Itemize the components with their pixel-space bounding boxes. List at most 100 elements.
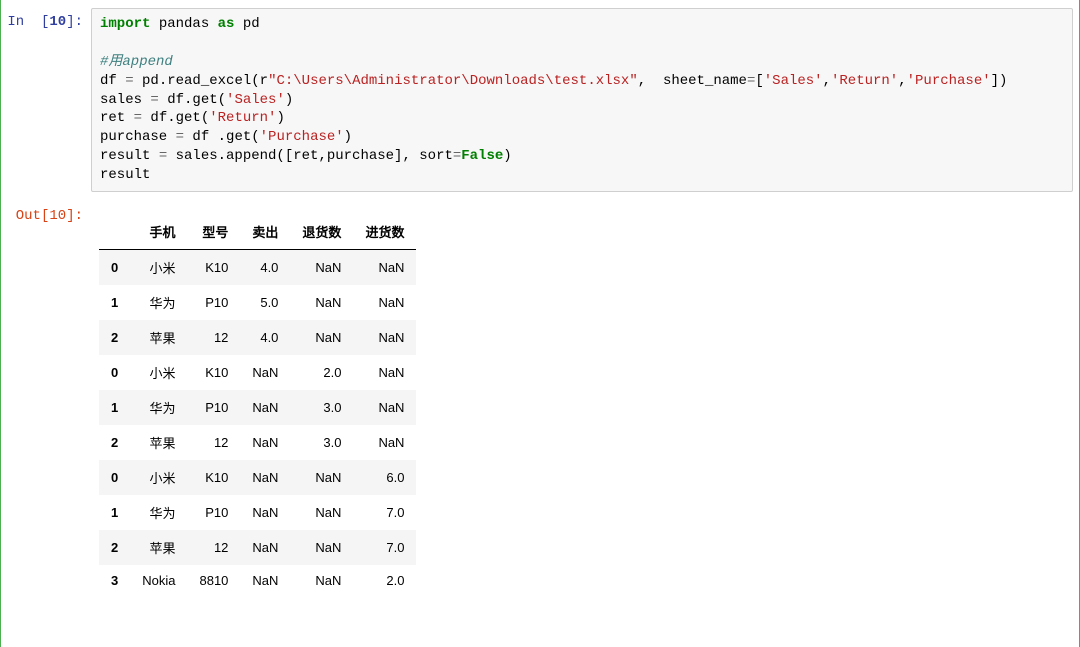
cell: P10 [187, 390, 240, 425]
input-cell: In [10]: import pandas as pd #用append df… [1, 8, 1079, 192]
str-purchase: 'Purchase' [260, 129, 344, 145]
cell: 12 [187, 530, 240, 565]
code-text: df [100, 73, 125, 89]
op-eq: = [176, 129, 184, 145]
cell: 7.0 [353, 495, 416, 530]
cell: NaN [290, 565, 353, 596]
table-row: 2苹果12NaNNaN7.0 [99, 530, 416, 565]
cell: K10 [187, 355, 240, 390]
cell: NaN [240, 530, 290, 565]
cell: 12 [187, 425, 240, 460]
table-row: 0小米K10NaN2.0NaN [99, 355, 416, 390]
out-bracket-close: ]: [66, 208, 83, 224]
code-text: pandas [150, 16, 217, 32]
code-text: pd.read_excel( [134, 73, 260, 89]
row-index: 0 [99, 250, 130, 286]
code-text: ) [276, 110, 284, 126]
code-text: , [898, 73, 906, 89]
str-purchase: 'Purchase' [907, 73, 991, 89]
kw-import: import [100, 16, 150, 32]
input-prompt: In [10]: [1, 8, 91, 192]
code-text: ) [344, 129, 352, 145]
code-editor[interactable]: import pandas as pd #用append df = pd.rea… [91, 8, 1073, 192]
cell: 7.0 [353, 530, 416, 565]
code-text: , sheet_name [638, 73, 747, 89]
code-text: result [100, 148, 159, 164]
cell: NaN [290, 285, 353, 320]
cell: 3.0 [290, 390, 353, 425]
code-text: ret [100, 110, 134, 126]
in-label: In [7, 14, 32, 30]
row-index: 0 [99, 460, 130, 495]
op-eq: = [159, 148, 167, 164]
in-bracket-close: ]: [66, 14, 83, 30]
code-text: purchase [100, 129, 176, 145]
out-label: Out [16, 208, 41, 224]
str-sales: 'Sales' [226, 92, 285, 108]
cell: 4.0 [240, 320, 290, 355]
cell: NaN [240, 565, 290, 596]
op-eq: = [125, 73, 133, 89]
str-path: "C:\Users\Administrator\Downloads\test.x… [268, 73, 638, 89]
cell: Nokia [130, 565, 187, 596]
code-text: result [100, 167, 150, 183]
cell: 4.0 [240, 250, 290, 286]
code-text: [ [755, 73, 763, 89]
dataframe-table: 手机 型号 卖出 退货数 进货数 0小米K104.0NaNNaN1华为P105.… [99, 214, 416, 596]
cell: 2.0 [290, 355, 353, 390]
row-index: 1 [99, 285, 130, 320]
code-text: df.get( [159, 92, 226, 108]
cell: NaN [353, 250, 416, 286]
cell: NaN [290, 460, 353, 495]
code-text: df .get( [184, 129, 260, 145]
cell: 8810 [187, 565, 240, 596]
cell: NaN [290, 320, 353, 355]
code-text: sales [100, 92, 150, 108]
row-index: 2 [99, 320, 130, 355]
code-text: sales.append([ret,purchase], sort [167, 148, 453, 164]
cell: NaN [290, 250, 353, 286]
cell: NaN [353, 390, 416, 425]
row-index: 1 [99, 495, 130, 530]
kw-as: as [218, 16, 235, 32]
code-text: df.get( [142, 110, 209, 126]
table-row: 1华为P105.0NaNNaN [99, 285, 416, 320]
cell: NaN [290, 495, 353, 530]
row-index: 2 [99, 530, 130, 565]
cell: NaN [240, 425, 290, 460]
cell: NaN [353, 285, 416, 320]
row-index: 2 [99, 425, 130, 460]
notebook-container: In [10]: import pandas as pd #用append df… [0, 0, 1080, 647]
bool-false: False [461, 148, 503, 164]
row-index: 1 [99, 390, 130, 425]
header-row: 手机 型号 卖出 退货数 进货数 [99, 214, 416, 250]
cell: 苹果 [130, 320, 187, 355]
in-number: 10 [49, 14, 66, 30]
str-return: 'Return' [209, 110, 276, 126]
col-index [99, 214, 130, 250]
str-sales: 'Sales' [764, 73, 823, 89]
cell: 小米 [130, 355, 187, 390]
cell: 小米 [130, 250, 187, 286]
cell: 3.0 [290, 425, 353, 460]
output-cell: Out[10]: 手机 型号 卖出 退货数 进货数 0小米K104.0NaNNa… [1, 202, 1079, 596]
cell: 6.0 [353, 460, 416, 495]
output-area: 手机 型号 卖出 退货数 进货数 0小米K104.0NaNNaN1华为P105.… [91, 202, 1079, 596]
cell: NaN [240, 495, 290, 530]
col-returns: 退货数 [290, 214, 353, 250]
cell: NaN [240, 460, 290, 495]
cell: 小米 [130, 460, 187, 495]
col-phone: 手机 [130, 214, 187, 250]
code-text: pd [234, 16, 259, 32]
code-text: r [260, 73, 268, 89]
cell: 华为 [130, 285, 187, 320]
table-row: 1华为P10NaN3.0NaN [99, 390, 416, 425]
cell: 5.0 [240, 285, 290, 320]
code-text: ) [285, 92, 293, 108]
table-row: 2苹果124.0NaNNaN [99, 320, 416, 355]
op-eq: = [150, 92, 158, 108]
code-comment: #用append [100, 54, 173, 70]
table-row: 2苹果12NaN3.0NaN [99, 425, 416, 460]
table-row: 0小米K104.0NaNNaN [99, 250, 416, 286]
code-text: , [823, 73, 831, 89]
